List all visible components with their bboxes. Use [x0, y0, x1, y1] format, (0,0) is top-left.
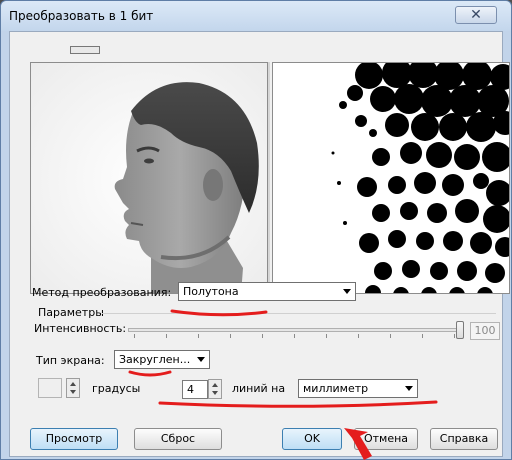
cancel-button[interactable]: Отмена — [354, 428, 418, 450]
spin-up-icon — [212, 383, 218, 387]
lines-unit-select[interactable]: миллиметр — [298, 379, 418, 398]
lines-unit-value: миллиметр — [303, 382, 369, 395]
screen-type-value: Закруглен... — [119, 353, 191, 366]
slider-tick — [166, 334, 167, 338]
angle-value-box[interactable] — [38, 378, 62, 398]
preview-divider[interactable] — [268, 62, 270, 294]
help-button[interactable]: Справка — [430, 428, 498, 450]
slider-tick — [230, 334, 231, 338]
intensity-value[interactable]: 100 — [470, 322, 500, 340]
result-preview[interactable] — [272, 62, 510, 294]
parameters-group-divider — [102, 313, 496, 314]
slider-tick — [134, 334, 135, 338]
intensity-slider-track[interactable] — [128, 328, 464, 332]
spin-up-icon — [70, 382, 76, 386]
chevron-down-icon — [197, 357, 205, 362]
spin-down-icon — [212, 391, 218, 395]
slider-tick — [294, 334, 295, 338]
halftone-preview-image — [273, 63, 509, 293]
preview-button[interactable]: Просмотр — [30, 428, 118, 450]
intensity-slider-thumb[interactable] — [456, 321, 464, 339]
angle-unit-label: градусы — [92, 382, 141, 395]
slider-tick — [262, 334, 263, 338]
original-preview[interactable] — [30, 62, 268, 294]
angle-spinner[interactable] — [66, 378, 80, 398]
close-icon: ✕ — [470, 7, 482, 23]
slider-tick — [454, 334, 455, 338]
dialog-body: Метод преобразования: Полутона Параметры… — [9, 31, 510, 457]
chevron-down-icon — [343, 289, 351, 294]
ok-button[interactable]: OK — [282, 428, 342, 450]
spin-down-icon — [70, 390, 76, 394]
dialog-title: Преобразовать в 1 бит — [9, 9, 154, 23]
slider-tick — [198, 334, 199, 338]
screen-type-select[interactable]: Закруглен... — [114, 350, 210, 369]
dialog-window: Преобразовать в 1 бит ✕ Метод преобразов… — [0, 0, 512, 460]
parameters-group-label: Параметры — [38, 306, 104, 319]
slider-tick — [422, 334, 423, 338]
title-bar[interactable]: Преобразовать в 1 бит ✕ — [1, 1, 511, 31]
conversion-method-value: Полутона — [183, 285, 239, 298]
slider-tick — [326, 334, 327, 338]
lines-count-input[interactable] — [182, 380, 208, 399]
close-button[interactable]: ✕ — [455, 6, 497, 24]
lines-per-label: линий на — [232, 382, 286, 395]
intensity-label: Интенсивность: — [34, 322, 127, 335]
slider-tick — [358, 334, 359, 338]
slider-tick — [390, 334, 391, 338]
conversion-method-label: Метод преобразования: — [32, 286, 172, 299]
split-view-toggle[interactable] — [70, 46, 100, 54]
screen-type-label: Тип экрана: — [36, 354, 105, 367]
chevron-down-icon — [405, 386, 413, 391]
reset-button[interactable]: Сброс — [134, 428, 222, 450]
face-profile-image — [31, 63, 267, 293]
conversion-method-select[interactable]: Полутона — [178, 282, 356, 301]
lines-count-spinner[interactable] — [208, 379, 222, 399]
